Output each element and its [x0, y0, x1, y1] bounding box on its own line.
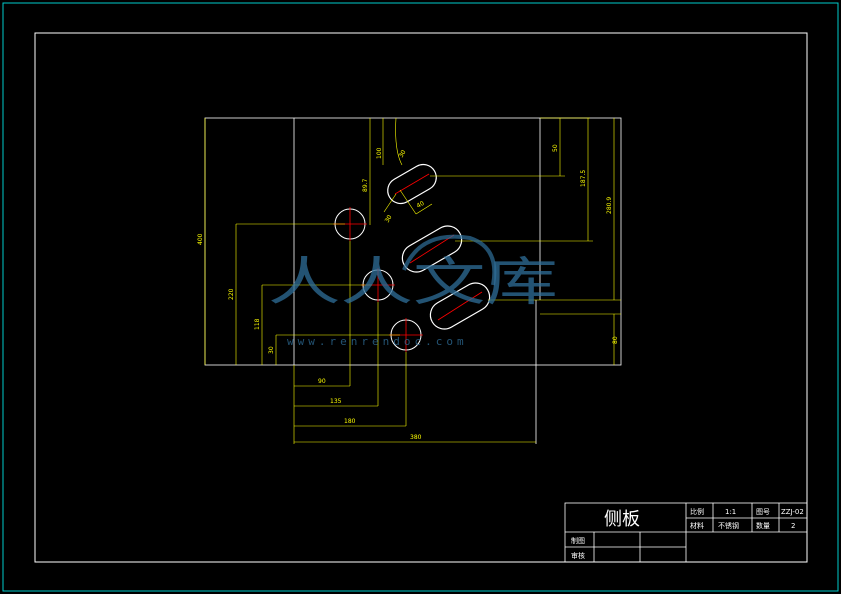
part-name: 侧板 [604, 509, 640, 530]
dim-slot-height: 89.7 [362, 178, 369, 192]
dim-width-hole3: 180 [344, 418, 356, 425]
dim-right-overall: 280.9 [606, 197, 613, 214]
dim-height-hole3: 30 [268, 346, 275, 354]
scale-value: 1:1 [725, 508, 736, 516]
quantity-value: 2 [791, 522, 795, 530]
watermark-text: 人人文库 [268, 253, 558, 313]
drawing-no-value: ZZJ-02 [781, 508, 804, 516]
watermark-url: www.renrendoc.com [287, 335, 468, 348]
dim-top-right-mid: 187.5 [580, 170, 587, 187]
dim-overall-height: 400 [197, 233, 204, 245]
dim-slot-offset: 100 [376, 147, 383, 159]
dim-slot-angle-2: 30 [384, 214, 394, 224]
drawing-no-label: 图号 [756, 508, 770, 516]
quantity-label: 数量 [756, 521, 770, 530]
checked-label: 审核 [571, 551, 585, 560]
dim-width-hole2: 135 [330, 398, 342, 405]
material-label: 材料 [690, 521, 704, 530]
dim-slot-width: 40 [416, 200, 426, 210]
dim-right-bottom: 80 [612, 336, 619, 344]
dim-width-hole1: 90 [318, 378, 326, 385]
dim-overall-width: 380 [410, 434, 422, 441]
dim-height-hole2: 118 [254, 318, 261, 330]
drawing-canvas: 400 220 118 30 90 135 180 380 50 187.5 2… [2, 2, 839, 592]
title-block [564, 502, 808, 563]
dim-top-right-small: 50 [552, 144, 559, 152]
dim-slot-angle: 30 [398, 149, 408, 159]
material-value: 不锈钢 [718, 521, 739, 530]
dim-height-hole1: 220 [228, 288, 235, 300]
watermark: 人人文库 www.renrendoc.com [268, 234, 558, 348]
drawn-label: 制图 [571, 536, 585, 545]
scale-label: 比例 [690, 507, 704, 516]
title-block-text: 侧板 比例 1:1 图号 ZZJ-02 材料 不锈钢 数量 2 制图 审核 [571, 507, 804, 560]
